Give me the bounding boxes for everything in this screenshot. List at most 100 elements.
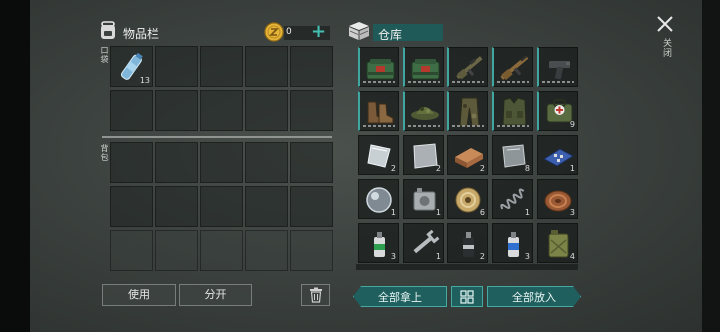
pocket-slot[interactable]: [200, 90, 243, 131]
inventory-title: 物品栏: [123, 27, 160, 41]
warehouse-slot[interactable]: [403, 91, 444, 131]
pocket-slot[interactable]: 13: [110, 46, 153, 87]
backpack-icon: [99, 20, 117, 40]
grid-sort-icon: [460, 290, 474, 304]
backpack-slot[interactable]: [245, 230, 288, 271]
backpack-slot[interactable]: [200, 186, 243, 227]
backpack-slot[interactable]: [245, 142, 288, 183]
warehouse-slot[interactable]: 1: [492, 179, 533, 219]
warehouse-slot[interactable]: 1: [403, 179, 444, 219]
item-quantity: 4: [569, 252, 575, 261]
pocket-label: 口袋: [100, 46, 109, 64]
coin-icon: [264, 22, 284, 42]
backpack-slot[interactable]: [200, 230, 243, 271]
add-currency-button[interactable]: +: [311, 21, 326, 42]
trash-icon: [309, 287, 322, 303]
screen-edge-right: [702, 0, 720, 332]
item-quantity: 9: [569, 120, 575, 129]
trash-button[interactable]: [301, 284, 330, 306]
backpack-label: 背包: [100, 144, 109, 162]
backpack-slot[interactable]: [110, 142, 153, 183]
item-quantity: 13: [139, 76, 150, 85]
warehouse-slot[interactable]: 1: [358, 179, 399, 219]
warehouse-slot[interactable]: [447, 91, 488, 131]
rifle-icon: [453, 52, 486, 84]
durability-pips: [497, 81, 529, 83]
warehouse-scroll-peek: [356, 264, 578, 270]
warehouse-slot[interactable]: 2: [447, 223, 488, 263]
backpack-slot[interactable]: [155, 230, 198, 271]
boots-icon: [364, 96, 397, 128]
item-quantity: 3: [569, 208, 575, 217]
warehouse-slot[interactable]: 2: [447, 135, 488, 175]
cash-bag-icon: [409, 52, 442, 84]
pocket-slot[interactable]: [155, 46, 198, 87]
pocket-slot[interactable]: [110, 90, 153, 131]
warehouse-slot[interactable]: 8: [492, 135, 533, 175]
backpack-slot[interactable]: [245, 186, 288, 227]
warehouse-slot[interactable]: 9: [537, 91, 578, 131]
use-button[interactable]: 使用: [102, 284, 176, 306]
cash-bag-icon: [364, 52, 397, 84]
game-inventory-screen: 物品栏 0 + 仓库 关闭 口袋 背包 使用 分开 全部拿上 全部放入 13 9…: [0, 0, 720, 332]
warehouse-slot[interactable]: 6: [447, 179, 488, 219]
item-quantity: 1: [435, 252, 441, 261]
sort-button[interactable]: [451, 286, 483, 307]
backpack-slot[interactable]: [110, 230, 153, 271]
item-quantity: 1: [524, 208, 530, 217]
put-all-button[interactable]: 全部放入: [487, 286, 581, 307]
warehouse-slot[interactable]: [403, 47, 444, 87]
durability-pips: [497, 125, 529, 127]
pocket-slot[interactable]: [245, 46, 288, 87]
durability-pips: [452, 125, 484, 127]
backpack-slot[interactable]: [155, 142, 198, 183]
warehouse-slot[interactable]: 4: [537, 223, 578, 263]
warehouse-slot[interactable]: 3: [537, 179, 578, 219]
currency-amount: 0: [286, 27, 292, 37]
section-divider: [102, 136, 332, 138]
warehouse-slot[interactable]: 1: [403, 223, 444, 263]
take-all-button[interactable]: 全部拿上: [353, 286, 447, 307]
item-quantity: 2: [390, 164, 396, 173]
close-label[interactable]: 关闭: [660, 38, 673, 58]
item-quantity: 3: [390, 252, 396, 261]
item-quantity: 2: [435, 164, 441, 173]
backpack-slot[interactable]: [290, 186, 333, 227]
item-quantity: 2: [479, 164, 485, 173]
warehouse-slot[interactable]: [492, 47, 533, 87]
item-quantity: 1: [569, 164, 575, 173]
warehouse-slot[interactable]: 2: [358, 135, 399, 175]
backpack-slot[interactable]: [155, 186, 198, 227]
durability-pips: [452, 81, 484, 83]
pocket-slot[interactable]: [290, 90, 333, 131]
durability-pips: [542, 81, 574, 83]
item-quantity: 6: [479, 208, 485, 217]
pocket-slot[interactable]: [290, 46, 333, 87]
camo-pants-icon: [453, 96, 486, 128]
backpack-slot[interactable]: [200, 142, 243, 183]
pocket-slot[interactable]: [200, 46, 243, 87]
warehouse-slot[interactable]: [358, 47, 399, 87]
warehouse-slot[interactable]: [492, 91, 533, 131]
durability-pips: [408, 81, 440, 83]
split-button[interactable]: 分开: [179, 284, 252, 306]
item-quantity: 1: [435, 208, 441, 217]
item-quantity: 2: [479, 252, 485, 261]
backpack-slot[interactable]: [290, 230, 333, 271]
warehouse-slot[interactable]: 2: [403, 135, 444, 175]
warehouse-slot[interactable]: [358, 91, 399, 131]
warehouse-slot[interactable]: [537, 47, 578, 87]
pocket-slot[interactable]: [245, 90, 288, 131]
backpack-slot[interactable]: [110, 186, 153, 227]
assault-rifle-icon: [498, 52, 531, 84]
warehouse-slot[interactable]: 1: [537, 135, 578, 175]
close-icon[interactable]: [656, 15, 674, 33]
warehouse-slot[interactable]: 3: [358, 223, 399, 263]
warehouse-slot[interactable]: 3: [492, 223, 533, 263]
backpack-slot[interactable]: [290, 142, 333, 183]
item-quantity: 3: [524, 252, 530, 261]
camo-hat-icon: [409, 96, 442, 128]
warehouse-slot[interactable]: [447, 47, 488, 87]
pocket-slot[interactable]: [155, 90, 198, 131]
tactical-vest-icon: [498, 96, 531, 128]
